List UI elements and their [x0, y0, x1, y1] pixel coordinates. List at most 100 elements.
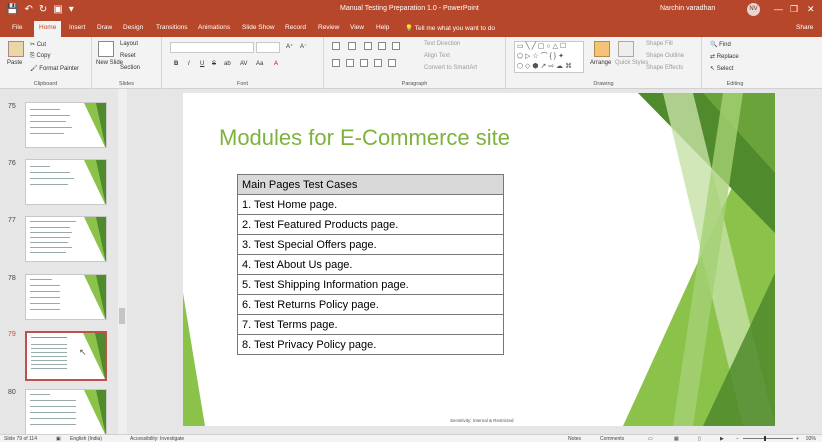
grow-font-icon[interactable]: A⁺ [286, 43, 293, 50]
zoom-slider-knob[interactable] [764, 436, 766, 441]
paste-icon[interactable] [8, 41, 24, 57]
tab-design[interactable]: Design [123, 24, 143, 31]
tab-insert[interactable]: Insert [69, 24, 85, 31]
tab-draw[interactable]: Draw [97, 24, 112, 31]
underline-button[interactable]: U [200, 61, 204, 67]
slide-title[interactable]: Modules for E-Commerce site [219, 125, 510, 151]
table-row[interactable]: 8. Test Privacy Policy page. [237, 334, 504, 355]
tell-me-search[interactable]: 💡 Tell me what you want to do [405, 24, 495, 32]
align-text-button[interactable]: Align Text [424, 53, 450, 59]
tab-file[interactable]: File [12, 24, 22, 31]
restore-button[interactable]: ❐ [790, 3, 798, 15]
quick-styles-icon[interactable] [618, 41, 634, 57]
table-row[interactable]: 4. Test About Us page. [237, 254, 504, 275]
section-button[interactable]: Section [120, 65, 140, 71]
shrink-font-icon[interactable]: A⁻ [300, 43, 307, 50]
font-color-icon[interactable]: A [274, 61, 278, 67]
new-slide-button[interactable]: New Slide [96, 60, 123, 66]
present-icon[interactable]: ▣ [53, 3, 62, 17]
line-spacing-icon[interactable] [392, 42, 400, 50]
redo-icon[interactable]: ↻ [39, 3, 47, 17]
tab-record[interactable]: Record [285, 24, 306, 31]
character-spacing-button[interactable]: AV [240, 61, 248, 67]
slide-thumbnail-selected[interactable]: ↖ [25, 331, 107, 381]
convert-smartart-button[interactable]: Convert to SmartArt [424, 65, 477, 71]
align-right-icon[interactable] [360, 59, 368, 67]
slide-thumbnail[interactable] [25, 274, 107, 320]
normal-view-icon[interactable]: ▭ [648, 436, 653, 442]
tab-transitions[interactable]: Transitions [156, 24, 188, 31]
paste-button[interactable]: Paste [7, 60, 22, 66]
shapes-gallery[interactable]: ▭ ╲ ╱ ▢ ○ △ ☐ ⬠ ▷ ☆ ⌒ { } ✦ ⬡ ◇ ⬢ ↗ ⇨ ☁ ⌘ [514, 41, 584, 73]
language[interactable]: English (India) [70, 436, 102, 442]
slide-thumbnail[interactable] [25, 159, 107, 205]
reading-view-icon[interactable]: ▯ [698, 436, 701, 442]
justify-icon[interactable] [374, 59, 382, 67]
quick-styles-button[interactable]: Quick Styles [615, 60, 648, 66]
numbering-icon[interactable] [348, 42, 356, 50]
tab-animations[interactable]: Animations [198, 24, 230, 31]
columns-icon[interactable] [388, 59, 396, 67]
bullets-icon[interactable] [332, 42, 340, 50]
replace-button[interactable]: ⇄ Replace [710, 53, 739, 60]
slide-thumbnail[interactable] [25, 216, 107, 262]
undo-icon[interactable]: ↶ [24, 3, 32, 17]
align-left-icon[interactable] [332, 59, 340, 67]
format-painter-button[interactable]: 🖌 Format Painter [30, 65, 79, 72]
arrange-icon[interactable] [594, 41, 610, 57]
user-name[interactable]: Narchin varadhan [660, 5, 715, 12]
shape-effects-button[interactable]: Shape Effects [646, 65, 683, 71]
table-row[interactable]: 3. Test Special Offers page. [237, 234, 504, 255]
table-row[interactable]: 7. Test Terms page. [237, 314, 504, 335]
zoom-out-icon[interactable]: − [736, 436, 739, 442]
tab-home[interactable]: Home [34, 21, 62, 37]
table-row[interactable]: 5. Test Shipping Information page. [237, 274, 504, 295]
strikethrough-button[interactable]: S [212, 61, 216, 67]
slideshow-icon[interactable]: ▶ [720, 436, 724, 442]
increase-indent-icon[interactable] [378, 42, 386, 50]
table-row[interactable]: 2. Test Featured Products page. [237, 214, 504, 235]
slide-thumbnail[interactable] [25, 389, 107, 434]
save-icon[interactable]: 💾 [6, 3, 18, 17]
table-row[interactable]: 1. Test Home page. [237, 194, 504, 215]
close-button[interactable]: ✕ [807, 3, 815, 15]
cut-button[interactable]: ✂ Cut [30, 41, 46, 48]
tab-slide-show[interactable]: Slide Show [242, 24, 275, 31]
spellcheck-icon[interactable]: ▣ [56, 436, 61, 442]
slide-thumbnail-pane[interactable]: 75 76 77 78 79 ↖ 80 [0, 89, 118, 434]
bold-button[interactable]: B [174, 61, 178, 67]
change-case-button[interactable]: Aa [256, 61, 263, 67]
comments-button[interactable]: Comments [600, 436, 624, 442]
test-cases-table[interactable]: Main Pages Test Cases 1. Test Home page.… [237, 174, 504, 355]
shadow-button[interactable]: ab [224, 61, 231, 67]
find-button[interactable]: 🔍 Find [710, 41, 731, 48]
minimize-button[interactable]: — [774, 3, 783, 15]
notes-button[interactable]: Notes [568, 436, 581, 442]
avatar[interactable]: NV [747, 3, 760, 16]
select-button[interactable]: ↖ Select [710, 65, 733, 72]
text-direction-button[interactable]: Text Direction [424, 41, 460, 47]
slide-sorter-icon[interactable]: ▦ [674, 436, 679, 442]
share-button[interactable]: Share [796, 24, 813, 31]
new-slide-icon[interactable] [98, 41, 114, 57]
decrease-indent-icon[interactable] [364, 42, 372, 50]
tab-view[interactable]: View [350, 24, 364, 31]
layout-button[interactable]: Layout [120, 41, 138, 47]
table-row[interactable]: 6. Test Returns Policy page. [237, 294, 504, 315]
shape-outline-button[interactable]: Shape Outline [646, 53, 684, 59]
font-name-combo[interactable] [170, 42, 254, 53]
tab-review[interactable]: Review [318, 24, 339, 31]
customize-quick-access-icon[interactable]: ▾ [69, 3, 74, 17]
tab-help[interactable]: Help [376, 24, 389, 31]
arrange-button[interactable]: Arrange [590, 60, 611, 66]
zoom-slider[interactable] [743, 438, 793, 439]
italic-button[interactable]: I [188, 61, 190, 67]
zoom-in-icon[interactable]: + [796, 436, 799, 442]
scrollbar-thumb[interactable] [119, 308, 125, 324]
shape-fill-button[interactable]: Shape Fill [646, 41, 673, 47]
table-header[interactable]: Main Pages Test Cases [237, 174, 504, 195]
font-size-combo[interactable] [256, 42, 280, 53]
align-center-icon[interactable] [346, 59, 354, 67]
accessibility-status[interactable]: Accessibility: Investigate [130, 436, 184, 442]
copy-button[interactable]: ⎘ Copy [30, 53, 50, 60]
